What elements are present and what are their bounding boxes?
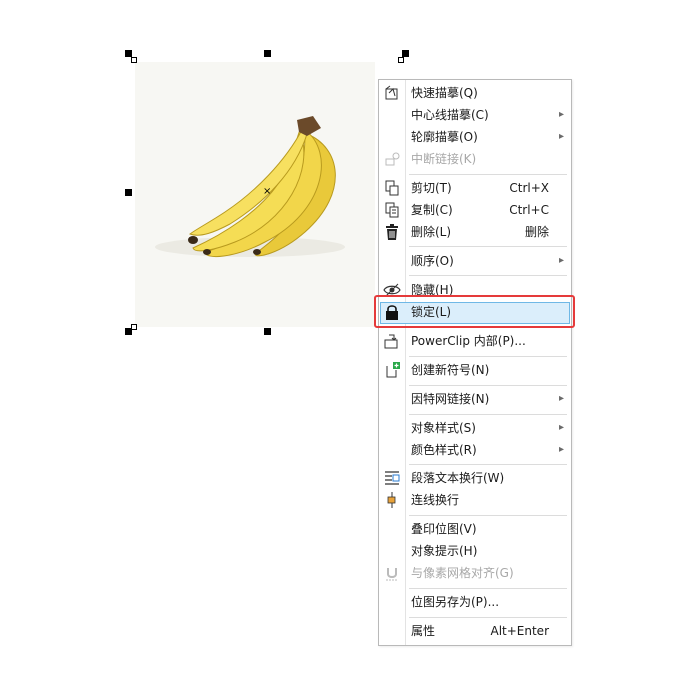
new-symbol-icon bbox=[386, 362, 400, 378]
copy-icon bbox=[385, 202, 399, 218]
menu-separator bbox=[409, 356, 567, 357]
menu-label: 快速描摹(Q) bbox=[411, 86, 478, 100]
menu-separator bbox=[409, 617, 567, 618]
menu-shortcut: 删除 bbox=[524, 225, 549, 239]
menu-label: 对象提示(H) bbox=[411, 544, 478, 558]
menu-item-create-symbol[interactable]: 创建新符号(N) bbox=[379, 359, 571, 381]
menu-label: 叠印位图(V) bbox=[411, 522, 477, 536]
rotation-handle[interactable] bbox=[131, 57, 137, 63]
menu-separator bbox=[409, 464, 567, 465]
menu-label: 轮廓描摹(O) bbox=[411, 130, 478, 144]
resize-handle-top[interactable] bbox=[264, 50, 271, 57]
menu-label: 属性 bbox=[411, 624, 436, 638]
menu-separator bbox=[409, 515, 567, 516]
banana-image[interactable] bbox=[135, 62, 375, 327]
menu-item-object-styles[interactable]: 对象样式(S) ▸ bbox=[379, 417, 571, 439]
resize-handle-bottom[interactable] bbox=[264, 328, 271, 335]
banana-illustration bbox=[155, 116, 345, 258]
menu-item-order[interactable]: 顺序(O) ▸ bbox=[379, 250, 571, 272]
menu-item-delete[interactable]: 删除(L) 删除 bbox=[379, 221, 571, 243]
menu-label: 删除(L) bbox=[411, 225, 452, 239]
submenu-arrow-icon: ▸ bbox=[558, 255, 564, 266]
resize-handle-left[interactable] bbox=[125, 189, 132, 196]
break-link-icon bbox=[385, 152, 400, 166]
trash-icon bbox=[386, 224, 398, 240]
rotation-handle[interactable] bbox=[398, 57, 404, 63]
menu-label: 中断链接(K) bbox=[411, 152, 477, 166]
menu-label: 连线换行 bbox=[411, 493, 460, 507]
menu-item-paragraph-wrap[interactable]: 段落文本换行(W) bbox=[379, 467, 571, 489]
menu-item-quick-trace[interactable]: 快速描摹(Q) bbox=[379, 82, 571, 104]
menu-item-outline-trace[interactable]: 轮廓描摹(O) ▸ bbox=[379, 126, 571, 148]
resize-handle-top-left[interactable] bbox=[125, 50, 132, 57]
menu-shortcut: Ctrl+X bbox=[509, 181, 549, 195]
submenu-arrow-icon: ▸ bbox=[558, 109, 564, 120]
menu-item-connector-wrap[interactable]: 连线换行 bbox=[379, 489, 571, 511]
menu-item-cut[interactable]: 剪切(T) Ctrl+X bbox=[379, 177, 571, 199]
menu-label: 颜色样式(R) bbox=[411, 443, 477, 457]
menu-label: 对象样式(S) bbox=[411, 421, 476, 435]
submenu-arrow-icon: ▸ bbox=[558, 393, 564, 404]
menu-shortcut: Ctrl+C bbox=[509, 203, 549, 217]
context-menu: 快速描摹(Q) 中心线描摹(C) ▸ 轮廓描摹(O) ▸ 中断链接(K) 剪切(… bbox=[378, 79, 572, 646]
menu-item-powerclip-inside[interactable]: PowerClip 内部(P)... bbox=[379, 330, 571, 352]
menu-shortcut: Alt+Enter bbox=[490, 624, 549, 638]
menu-separator bbox=[409, 275, 567, 276]
submenu-arrow-icon: ▸ bbox=[558, 444, 564, 455]
menu-label: PowerClip 内部(P)... bbox=[411, 334, 526, 348]
menu-item-copy[interactable]: 复制(C) Ctrl+C bbox=[379, 199, 571, 221]
menu-separator bbox=[409, 174, 567, 175]
center-mark-icon: × bbox=[263, 186, 272, 197]
cut-icon bbox=[385, 180, 399, 196]
menu-separator bbox=[409, 414, 567, 415]
menu-item-object-hints[interactable]: 对象提示(H) bbox=[379, 540, 571, 562]
magnet-icon bbox=[386, 568, 398, 581]
powerclip-icon bbox=[384, 334, 398, 349]
menu-separator bbox=[409, 588, 567, 589]
menu-item-overprint-bitmap[interactable]: 叠印位图(V) bbox=[379, 518, 571, 540]
text-wrap-icon bbox=[385, 471, 400, 485]
menu-item-internet-link[interactable]: 因特网链接(N) ▸ bbox=[379, 388, 571, 410]
connector-wrap-icon bbox=[387, 492, 396, 508]
menu-label: 顺序(O) bbox=[411, 254, 454, 268]
menu-separator bbox=[409, 246, 567, 247]
menu-label: 与像素网格对齐(G) bbox=[411, 566, 514, 580]
menu-separator bbox=[409, 385, 567, 386]
menu-item-break-link[interactable]: 中断链接(K) bbox=[379, 148, 571, 170]
menu-label: 剪切(T) bbox=[411, 181, 452, 195]
menu-item-color-styles[interactable]: 颜色样式(R) ▸ bbox=[379, 439, 571, 461]
menu-label: 位图另存为(P)... bbox=[411, 595, 500, 609]
menu-item-align-pixel-grid[interactable]: 与像素网格对齐(G) bbox=[379, 562, 571, 584]
submenu-arrow-icon: ▸ bbox=[558, 422, 564, 433]
menu-label: 因特网链接(N) bbox=[411, 392, 490, 406]
menu-label: 段落文本换行(W) bbox=[411, 471, 505, 485]
menu-label: 中心线描摹(C) bbox=[411, 108, 489, 122]
submenu-arrow-icon: ▸ bbox=[558, 131, 564, 142]
trace-icon bbox=[385, 85, 398, 100]
menu-item-centerline-trace[interactable]: 中心线描摹(C) ▸ bbox=[379, 104, 571, 126]
resize-handle-top-right[interactable] bbox=[402, 50, 409, 57]
menu-label: 复制(C) bbox=[411, 203, 453, 217]
menu-item-save-bitmap-as[interactable]: 位图另存为(P)... bbox=[379, 591, 571, 613]
menu-label: 创建新符号(N) bbox=[411, 363, 490, 377]
rotation-handle[interactable] bbox=[131, 324, 137, 330]
menu-item-properties[interactable]: 属性 Alt+Enter bbox=[379, 620, 571, 642]
annotation-highlight-box bbox=[374, 295, 575, 328]
